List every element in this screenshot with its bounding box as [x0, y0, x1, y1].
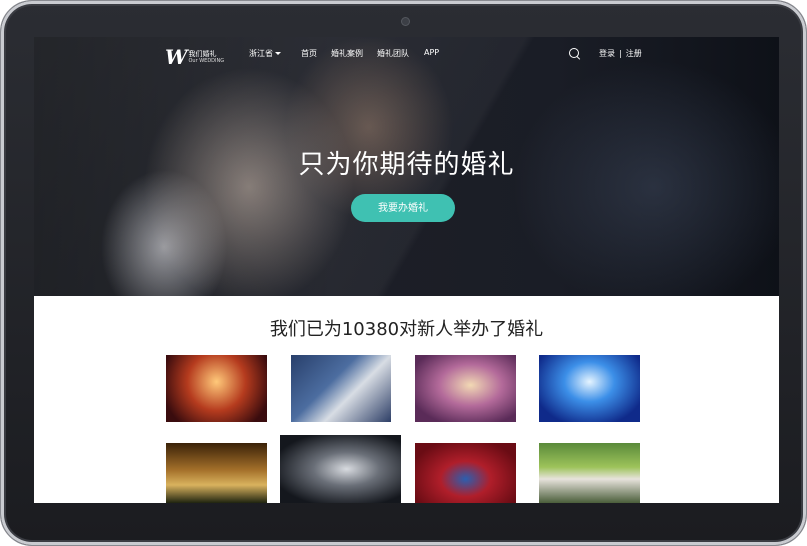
tablet-frame: W 我们婚礼 Our WEDDING 浙江省 首页 婚礼案例 婚礼团队 APP … [0, 0, 807, 546]
logo-mark-icon: W [165, 45, 188, 69]
wedding-case-image[interactable] [291, 355, 391, 422]
hero-banner: W 我们婚礼 Our WEDDING 浙江省 首页 婚礼案例 婚礼团队 APP … [34, 37, 779, 296]
nav-link-cases[interactable]: 婚礼案例 [331, 48, 363, 59]
nav-link-app[interactable]: APP [424, 48, 439, 57]
wedding-case-image[interactable] [539, 443, 640, 503]
logo-cn-text: 我们婚礼 [188, 49, 217, 58]
wedding-case-image[interactable] [415, 355, 516, 422]
wedding-case-image[interactable] [166, 443, 267, 503]
auth-separator: | [619, 49, 622, 58]
region-dropdown[interactable]: 浙江省 [249, 48, 281, 59]
wedding-case-image[interactable] [415, 443, 516, 503]
hero-title: 只为你期待的婚礼 [298, 150, 515, 180]
chevron-down-icon [275, 52, 281, 55]
nav-link-team[interactable]: 婚礼团队 [377, 48, 409, 59]
login-link[interactable]: 登录 [599, 49, 615, 58]
screen: W 我们婚礼 Our WEDDING 浙江省 首页 婚礼案例 婚礼团队 APP … [34, 37, 779, 503]
plan-wedding-button[interactable]: 我要办婚礼 [351, 194, 455, 222]
camera-icon [402, 18, 409, 25]
logo-en-text: Our WEDDING [188, 57, 225, 64]
register-link[interactable]: 注册 [626, 49, 642, 58]
wedding-case-image[interactable] [280, 435, 401, 503]
region-label: 浙江省 [249, 49, 273, 58]
search-icon[interactable] [569, 48, 579, 58]
logo-text: 我们婚礼 Our WEDDING [188, 49, 225, 64]
section-title: 我们已为10380对新人举办了婚礼 [269, 319, 544, 340]
site-logo[interactable]: W 我们婚礼 Our WEDDING [165, 45, 224, 69]
auth-links: 登录 | 注册 [599, 48, 642, 59]
nav-link-home[interactable]: 首页 [301, 48, 317, 59]
top-navigation: W 我们婚礼 Our WEDDING 浙江省 首页 婚礼案例 婚礼团队 APP … [34, 37, 779, 73]
wedding-case-image[interactable] [166, 355, 267, 422]
wedding-case-image[interactable] [539, 355, 640, 422]
